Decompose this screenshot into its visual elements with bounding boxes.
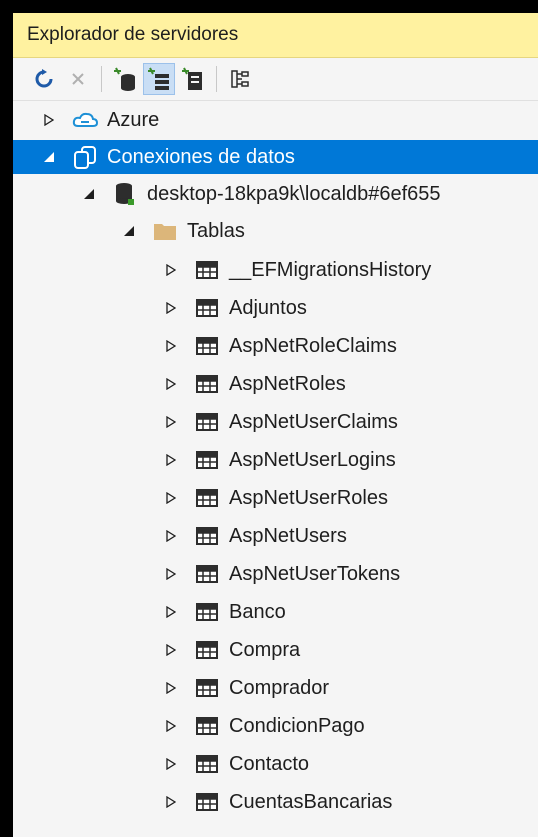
connect-to-sharepoint-icon (182, 67, 202, 90)
stop-button[interactable] (63, 64, 93, 94)
table-row[interactable]: Banco (13, 595, 538, 629)
table-icon (193, 372, 221, 396)
expand-arrow-icon[interactable] (41, 112, 57, 128)
toolbar-separator (216, 66, 217, 92)
refresh-icon (35, 69, 53, 88)
table-row[interactable]: AspNetUserRoles (13, 481, 538, 515)
expand-arrow-icon[interactable] (163, 376, 179, 392)
table-icon (193, 448, 221, 472)
table-label: AspNetRoles (229, 373, 346, 395)
table-icon (193, 600, 221, 624)
table-icon (193, 752, 221, 776)
expand-arrow-icon[interactable] (163, 262, 179, 278)
connect-to-server-icon (148, 67, 169, 90)
table-row[interactable]: Compra (13, 633, 538, 667)
connect-to-sharepoint-button[interactable] (178, 64, 208, 94)
table-icon (193, 410, 221, 434)
collapse-arrow-icon[interactable] (81, 186, 97, 202)
collapse-arrow-icon[interactable] (41, 149, 57, 165)
tree-node-label: Conexiones de datos (107, 146, 295, 168)
table-row[interactable]: AspNetUserClaims (13, 405, 538, 439)
table-label: AspNetUserClaims (229, 411, 398, 433)
expand-arrow-icon[interactable] (163, 756, 179, 772)
table-row[interactable]: AspNetUserTokens (13, 557, 538, 591)
tree-node-tables-folder[interactable]: Tablas (13, 214, 538, 248)
table-label: Contacto (229, 753, 310, 775)
connect-to-server-button[interactable] (143, 63, 175, 95)
expand-arrow-icon[interactable] (163, 794, 179, 810)
table-label: Banco (229, 601, 286, 623)
table-icon (193, 486, 221, 510)
table-icon (193, 676, 221, 700)
tree-node-database[interactable]: desktop-18kpa9k\localdb#6ef655 (13, 177, 538, 211)
tree-node-data-connections[interactable]: Conexiones de datos (13, 140, 538, 174)
table-row[interactable]: __EFMigrationsHistory (13, 253, 538, 287)
toolbar (13, 58, 538, 101)
connect-to-database-icon (114, 67, 135, 91)
expand-arrow-icon[interactable] (163, 300, 179, 316)
table-icon (193, 790, 221, 814)
folder-icon (151, 219, 179, 243)
table-icon (193, 562, 221, 586)
table-label: CondicionPago (229, 715, 365, 737)
tree-node-label: desktop-18kpa9k\localdb#6ef655 (147, 183, 441, 205)
collapse-arrow-icon[interactable] (121, 223, 137, 239)
table-label: Adjuntos (229, 297, 307, 319)
table-row[interactable]: AspNetRoleClaims (13, 329, 538, 363)
table-label: AspNetUserTokens (229, 563, 401, 585)
panel-title[interactable]: Explorador de servidores (13, 13, 538, 58)
tree-node-label: Tablas (187, 220, 245, 242)
server-explorer-panel: Explorador de servidores Azure Conexione… (13, 13, 538, 837)
table-label: Compra (229, 639, 301, 661)
expand-arrow-icon[interactable] (163, 414, 179, 430)
tree-node-azure[interactable]: Azure (13, 103, 538, 137)
database-icon (111, 182, 139, 206)
table-icon (193, 334, 221, 358)
table-row[interactable]: CuentasBancarias (13, 785, 538, 819)
table-icon (193, 258, 221, 282)
expand-arrow-icon[interactable] (163, 604, 179, 620)
table-row[interactable]: CondicionPago (13, 709, 538, 743)
table-row[interactable]: Comprador (13, 671, 538, 705)
table-row[interactable]: AspNetRoles (13, 367, 538, 401)
connect-to-database-button[interactable] (110, 64, 140, 94)
expand-arrow-icon[interactable] (163, 490, 179, 506)
table-label: CuentasBancarias (229, 791, 393, 813)
table-icon (193, 524, 221, 548)
expand-arrow-icon[interactable] (163, 452, 179, 468)
expand-arrow-icon[interactable] (163, 718, 179, 734)
expand-arrow-icon[interactable] (163, 680, 179, 696)
properties-button[interactable] (225, 64, 255, 94)
table-label: Comprador (229, 677, 330, 699)
table-row[interactable]: AspNetUsers (13, 519, 538, 553)
expand-arrow-icon[interactable] (163, 338, 179, 354)
table-label: AspNetRoleClaims (229, 335, 397, 357)
cloud-icon (71, 108, 99, 132)
table-row[interactable]: Contacto (13, 747, 538, 781)
expand-arrow-icon[interactable] (163, 566, 179, 582)
table-icon (193, 296, 221, 320)
refresh-button[interactable] (29, 64, 59, 94)
table-label: __EFMigrationsHistory (229, 259, 432, 281)
toolbar-separator (101, 66, 102, 92)
expand-arrow-icon[interactable] (163, 528, 179, 544)
table-row[interactable]: Adjuntos (13, 291, 538, 325)
table-label: AspNetUserRoles (229, 487, 388, 509)
table-icon (193, 714, 221, 738)
table-icon (193, 638, 221, 662)
table-label: AspNetUserLogins (229, 449, 396, 471)
expand-arrow-icon[interactable] (163, 642, 179, 658)
table-label: AspNetUsers (229, 525, 347, 547)
data-connections-icon (71, 145, 99, 169)
tree-node-label: Azure (107, 109, 160, 131)
properties-icon (231, 70, 249, 88)
table-row[interactable]: AspNetUserLogins (13, 443, 538, 477)
stop-icon (72, 73, 84, 85)
